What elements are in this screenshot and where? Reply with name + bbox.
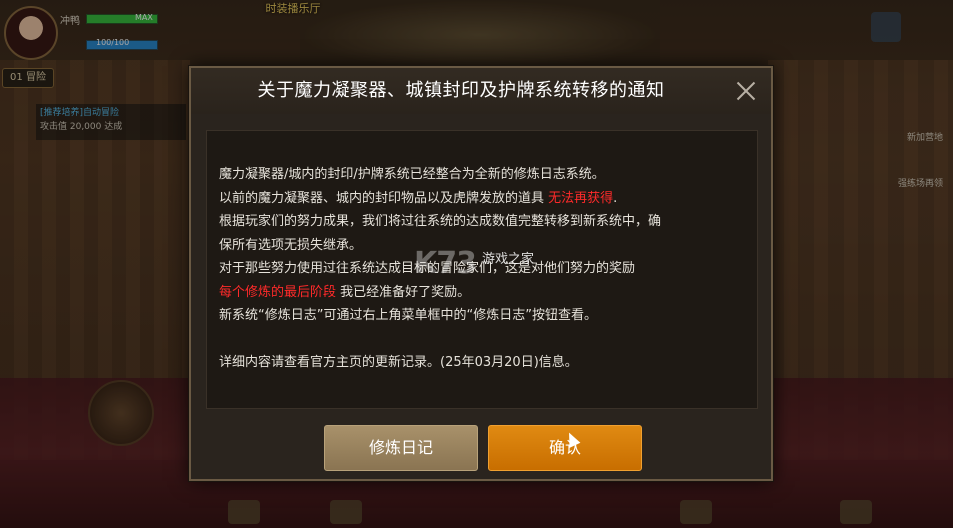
close-icon[interactable] — [733, 78, 759, 104]
dialog-header: 关于魔力凝聚器、城镇封印及护牌系统转移的通知 — [191, 68, 771, 114]
watermark-logo: K73 — [414, 246, 477, 281]
notice-line: 详细内容请查看官方主页的更新记录。(25年03月20日)信息。 — [219, 355, 578, 370]
notice-line: 以前的魔力凝聚器、城内的封印物品以及虎牌发放的道具 无法再获得. — [219, 190, 618, 206]
notice-line: 根据玩家们的努力成果，我们将过往系统的达成数值完整转移到新系统中，确 — [219, 214, 662, 229]
warning-text: 每个修炼的最后阶段 — [219, 284, 337, 300]
notice-line: 魔力凝聚器/城内的封印/护牌系统已经整合为全新的修炼日志系统。 — [219, 167, 605, 182]
notice-dialog: 关于魔力凝聚器、城镇封印及护牌系统转移的通知 魔力凝聚器/城内的封印/护牌系统已… — [189, 66, 773, 481]
dialog-body: 魔力凝聚器/城内的封印/护牌系统已经整合为全新的修炼日志系统。 以前的魔力凝聚器… — [206, 130, 758, 409]
dialog-title: 关于魔力凝聚器、城镇封印及护牌系统转移的通知 — [257, 80, 665, 101]
notice-line: 每个修炼的最后阶段 我已经准备好了奖励。 — [219, 284, 471, 300]
notice-line: 新系统“修炼日志”可通过右上角菜单框中的“修炼日志”按钮查看。 — [219, 308, 597, 323]
warning-text: 无法再获得 — [548, 190, 614, 206]
confirm-button[interactable]: 确认 — [488, 425, 642, 471]
game-scene: 冲鸭 MAX 100/100 时装播乐厅 01 冒险 [推荐培养]自动冒险 攻击… — [0, 0, 953, 528]
watermark-text: 游戏之家 — [482, 252, 535, 267]
journal-button[interactable]: 修炼日记 — [324, 425, 478, 471]
